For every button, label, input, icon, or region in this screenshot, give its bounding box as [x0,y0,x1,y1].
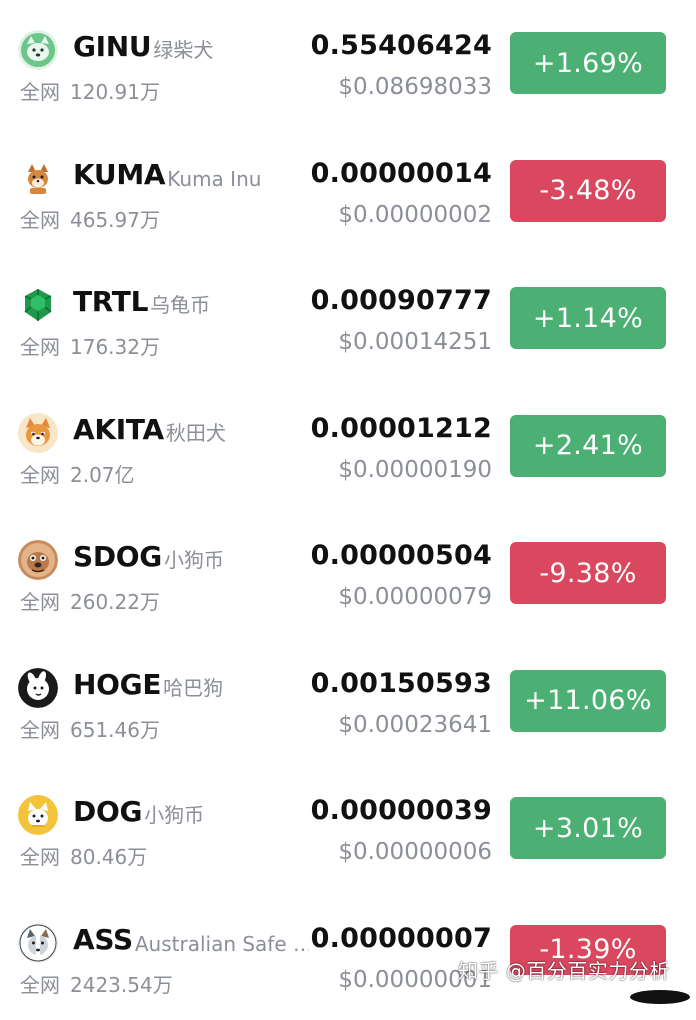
akita-dog-icon [18,413,58,453]
volume-value: 260.22万 [70,590,160,614]
coin-row-kuma[interactable]: KUMAKuma Inu 全网 465.97万 0.00000014 $0.000000… [0,128,696,256]
coin-volume: 全网 120.91万 [20,76,160,105]
volume-label: 全网 [20,463,60,487]
coin-volume: 全网 465.97万 [20,204,160,233]
kuma-dog-icon [18,158,58,198]
coin-name: 乌龟币 [150,292,210,316]
coin-symbol: KUMAKuma Inu [73,158,261,191]
coin-volume: 全网 2.07亿 [20,459,135,488]
coin-price: 0.00000039 [309,795,492,826]
coin-price: 0.00000014 [309,158,492,189]
turtle-shell-icon [18,285,58,325]
change-badge[interactable]: +11.06% [510,670,666,732]
coin-name-text: 乌龟币 [150,289,210,318]
coin-price: 0.00001212 [309,413,492,444]
volume-label: 全网 [20,208,60,232]
coin-name-text: 绿柴犬 [153,34,213,63]
coin-symbol: HOGE哈巴狗 [73,668,223,701]
coin-symbol-text: GINU [73,30,151,63]
volume-value: 465.97万 [70,208,160,232]
change-badge[interactable]: +1.14% [510,287,666,349]
coin-symbol-text: TRTL [73,285,148,318]
coin-row-ginu[interactable]: GINU绿柴犬全网120.91万0.55406424$0.08698033+1.… [0,0,696,128]
change-badge[interactable]: +1.69% [510,32,666,94]
coin-volume: 全网 80.46万 [20,841,147,870]
coin-symbol-text: HOGE [73,668,161,701]
coin-name-text: 秋田犬 [166,417,226,446]
coin-name: 小狗币 [164,547,224,571]
coin-name: 绿柴犬 [153,37,213,61]
coin-usd-price: $0.08698033 [338,74,492,100]
coin-row-akita[interactable]: AKITA秋田犬全网2.07亿0.00001212$0.00000190+2.4… [0,383,696,511]
coin-name: Kuma Inu [167,165,261,189]
coin-row-trtl[interactable]: TRTL乌龟币全网176.32万0.00090777$0.00014251+1.… [0,255,696,383]
coin-name: Australian Safe Sh... [135,930,325,954]
volume-value: 651.46万 [70,718,160,742]
dog-yellow-icon [18,795,58,835]
coin-row-dog[interactable]: DOG小狗币全网80.46万0.00000039$0.00000006+3.01… [0,765,696,893]
coin-name-text: Australian Safe Sh... [135,932,325,956]
coin-usd-price: $0.00000079 [338,584,492,610]
volume-value: 120.91万 [70,80,160,104]
coin-symbol-text: AKITA [73,413,164,446]
coin-symbol: DOG小狗币 [73,795,204,828]
coin-symbol-text: ASS [73,923,133,956]
coin-symbol: GINU绿柴犬 [73,30,213,63]
volume-label: 全网 [20,973,60,997]
coin-price: 0.00090777 [309,285,492,316]
change-badge[interactable]: -3.48% [510,160,666,222]
volume-value: 176.32万 [70,335,160,359]
coin-list: GINU绿柴犬全网120.91万0.55406424$0.08698033+1.… [0,0,696,1020]
coin-usd-price: $0.00023641 [338,712,492,738]
coin-usd-price: $0.00014251 [338,329,492,355]
volume-label: 全网 [20,590,60,614]
coin-name-text: 小狗币 [164,544,224,573]
coin-price: 0.00000504 [309,540,492,571]
volume-label: 全网 [20,335,60,359]
coin-name: 秋田犬 [166,420,226,444]
hoge-rabbit-icon [18,668,58,708]
change-badge[interactable]: +2.41% [510,415,666,477]
volume-label: 全网 [20,845,60,869]
volume-value: 80.46万 [70,845,147,869]
coin-symbol-text: DOG [73,795,142,828]
coin-row-hoge[interactable]: HOGE哈巴狗全网651.46万0.00150593$0.00023641+11… [0,638,696,766]
coin-price: 0.00150593 [309,668,492,699]
coin-name-text: 小狗币 [144,799,204,828]
coin-volume: 全网 260.22万 [20,586,160,615]
sdog-dog-icon [18,540,58,580]
coin-row-sdog[interactable]: SDOG小狗币全网260.22万0.00000504$0.00000079-9.… [0,510,696,638]
corner-button-edge [630,990,690,1004]
volume-value: 2423.54万 [70,973,173,997]
coin-usd-price: $0.00000002 [338,202,492,228]
coin-name-text: 哈巴狗 [163,672,223,701]
coin-usd-price: $0.00000190 [338,457,492,483]
coin-volume: 全网 651.46万 [20,714,160,743]
coin-usd-price: $0.00000006 [338,839,492,865]
coin-name: 哈巴狗 [163,675,223,699]
coin-name: 小狗币 [144,802,204,826]
volume-value: 2.07亿 [70,463,135,487]
coin-volume: 全网 2423.54万 [20,969,173,998]
coin-name-text: Kuma Inu [167,167,261,191]
change-badge[interactable]: +3.01% [510,797,666,859]
coin-symbol-text: SDOG [73,540,162,573]
coin-volume: 全网 176.32万 [20,331,160,360]
coin-symbol-text: KUMA [73,158,165,191]
change-badge[interactable]: -9.38% [510,542,666,604]
ass-dog-icon [18,923,58,963]
coin-symbol: SDOG小狗币 [73,540,224,573]
coin-price: 0.00000007 [309,923,492,954]
coin-symbol: TRTL乌龟币 [73,285,210,318]
coin-symbol: ASSAustralian Safe Sh... [73,923,325,956]
volume-label: 全网 [20,80,60,104]
watermark: 知乎 @百分百实力分析 [458,955,670,984]
coin-price: 0.55406424 [309,30,492,61]
shiba-green-icon [18,30,58,70]
coin-symbol: AKITA秋田犬 [73,413,226,446]
volume-label: 全网 [20,718,60,742]
